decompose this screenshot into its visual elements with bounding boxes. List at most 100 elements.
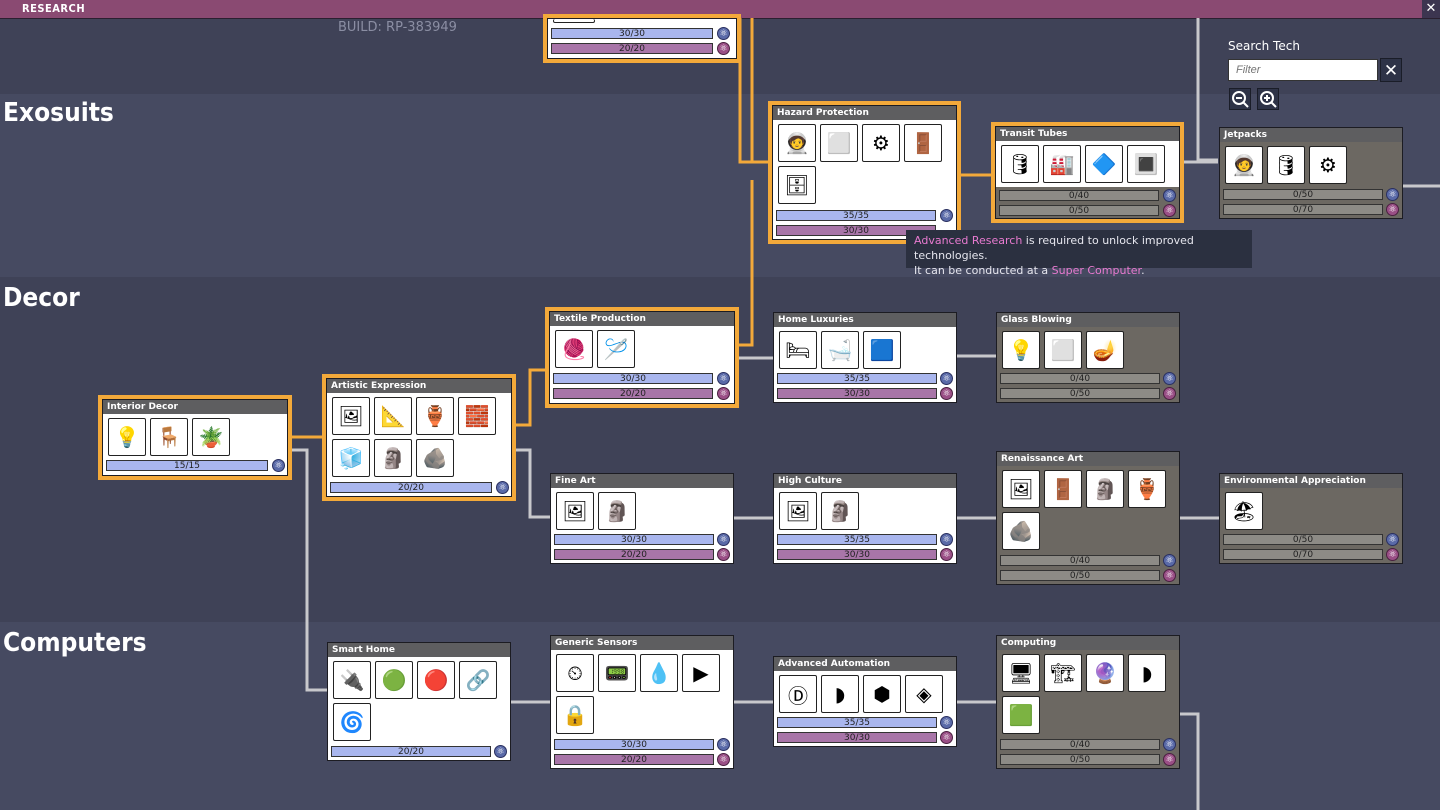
tech-node-advanced-automation[interactable]: Advanced Automation Ⓓ ◗ ⬢ ◈ 35/35 ⚛ 30/3… (773, 656, 957, 747)
window-tile-icon: ⬜ (1044, 331, 1082, 369)
marble-sculpture-icon: 🪨 (416, 439, 454, 477)
jet-suit-checkpoint-icon: ⚙ (1309, 146, 1347, 184)
tech-node-top[interactable]: 30/30 ⚛ 20/20 ⚛ (543, 14, 741, 63)
research-bar-basic: 20/20 (331, 746, 491, 757)
tech-node-title: Smart Home (328, 643, 510, 657)
beach-chair-icon: 🏖 (1225, 492, 1263, 530)
tech-node-title: Jetpacks (1220, 128, 1402, 142)
duplicant-sensor-icon: 📟 (598, 654, 636, 692)
or-gate-icon: ◗ (821, 675, 859, 713)
tech-node-fine-art[interactable]: Fine Art 🖼 🗿 30/30 ⚛ 20/20 ⚛ (550, 473, 734, 564)
glass-tile-icon: 🟦 (863, 331, 901, 369)
research-bar-advanced: 0/50 (1000, 754, 1160, 765)
advanced-research-icon: ⚛ (1386, 548, 1399, 561)
research-bar-basic: 35/35 (777, 373, 937, 384)
research-bar-advanced: 20/20 (554, 754, 714, 765)
basic-research-icon: ⚛ (272, 459, 285, 472)
memory-toggle-icon: ◗ (1128, 654, 1166, 692)
basic-research-icon: ⚛ (940, 533, 953, 546)
canvas-icon: 🖼 (332, 397, 370, 435)
research-bar-basic: 0/50 (1223, 189, 1383, 200)
tooltip-text: It can be conducted at a (914, 264, 1052, 277)
clear-search-button[interactable]: ✕ (1380, 58, 1402, 82)
zoom-in-button[interactable] (1257, 88, 1279, 110)
tech-node-glass-blowing[interactable]: Glass Blowing 💡 ⬜ 🪔 0/40 ⚛ 0/50 ⚛ (996, 312, 1180, 403)
tube-crossing-icon: 🔷 (1085, 145, 1123, 183)
tech-node-jetpacks[interactable]: Jetpacks 🧑‍🚀 🛢 ⚙ 0/50 ⚛ 0/70 ⚛ (1219, 127, 1403, 219)
research-bar-basic: 30/30 (553, 373, 713, 384)
tech-node-home-luxuries[interactable]: Home Luxuries 🛏 🛁 🟦 35/35 ⚛ 30/30 ⚛ (773, 312, 957, 403)
advanced-research-icon: ⚛ (1163, 753, 1176, 766)
tube-access-icon: 🏭 (1043, 145, 1081, 183)
research-bar-basic: 15/15 (106, 460, 268, 471)
advanced-research-icon: ⚛ (1163, 387, 1176, 400)
tech-node-interior-decor[interactable]: Interior Decor 💡 🪑 🪴 15/15 ⚛ (98, 395, 292, 480)
research-bar-basic: 0/40 (999, 190, 1159, 201)
tech-node-artistic-expression[interactable]: Artistic Expression 🖼 📐 🏺 🧱 🧊 🗿 🪨 20/20 … (322, 374, 516, 501)
metal-tile-icon: ⬜ (820, 124, 858, 162)
tech-node-computing[interactable]: Computing 🖥 🏗 🔮 ◗ 🟩 0/40 ⚛ 0/50 ⚛ (996, 635, 1180, 769)
basic-research-icon: ⚛ (940, 209, 953, 222)
tech-node-smart-home[interactable]: Smart Home 🔌 🟢 🔴 🔗 🌀 20/20 ⚛ (327, 642, 511, 761)
search-tech-title: Search Tech (1228, 39, 1300, 53)
research-bar-basic: 0/40 (1000, 739, 1160, 750)
advanced-research-icon: ⚛ (1163, 204, 1176, 217)
zoom-out-icon (1232, 91, 1249, 108)
tech-node-title: Computing (997, 636, 1179, 650)
research-bar-basic: 35/35 (777, 534, 937, 545)
research-bar-basic: 20/20 (330, 482, 492, 493)
research-bar-advanced: 0/50 (1000, 388, 1160, 399)
basic-research-icon: ⚛ (1386, 533, 1399, 546)
drawing-icon: 📐 (374, 397, 412, 435)
advanced-research-icon: ⚛ (717, 548, 730, 561)
tech-node-generic-sensors[interactable]: Generic Sensors ⏲ 📟 💧 ▶ 🔒 30/30 ⚛ 20/20 … (550, 635, 734, 769)
ice-sculpture-icon: 🧊 (332, 439, 370, 477)
tech-node-transit-tubes[interactable]: Transit Tubes 🛢 🏭 🔷 🔳 0/40 ⚛ 0/50 ⚛ (991, 122, 1184, 223)
tech-node-title: Transit Tubes (996, 127, 1179, 141)
tech-node-title: Fine Art (551, 474, 733, 488)
research-bar-advanced: 0/70 (1223, 549, 1383, 560)
basic-research-icon: ⚛ (717, 533, 730, 546)
tech-node-title: Home Luxuries (774, 313, 956, 327)
tooltip-text: . (1141, 264, 1145, 277)
tech-node-title: Interior Decor (103, 400, 287, 414)
suit-checkpoint-icon: 🗄 (778, 166, 816, 204)
comfy-bed-icon: 🛏 (779, 331, 817, 369)
advanced-research-icon: ⚛ (940, 731, 953, 744)
basic-research-icon: ⚛ (496, 481, 509, 494)
glass-lamp-icon: 💡 (1002, 331, 1040, 369)
advanced-research-icon: ⚛ (1163, 569, 1176, 582)
research-bar-advanced: 20/20 (553, 388, 713, 399)
tech-node-hazard-protection[interactable]: Hazard Protection 🧑‍🚀 ⬜ ⚙ 🚪 🗄 35/35 ⚛ 30… (768, 101, 961, 244)
jet-suit-icon: 🧑‍🚀 (1225, 146, 1263, 184)
basic-research-icon: ⚛ (1163, 738, 1176, 751)
gold-frame-icon: 🖼 (1002, 470, 1040, 508)
tech-node-textile-production[interactable]: Textile Production 🧶 🪡 30/30 ⚛ 20/20 ⚛ (545, 307, 739, 408)
bathtub-icon: 🛁 (821, 331, 859, 369)
stone-sculpture-icon: 🗿 (598, 492, 636, 530)
pedestal-icon: 🗿 (374, 439, 412, 477)
clothing-fabricator-icon: 🪡 (597, 330, 635, 368)
search-input[interactable] (1228, 59, 1378, 81)
zoom-in-icon (1260, 91, 1277, 108)
tech-node-renaissance-art[interactable]: Renaissance Art 🖼 🚪 🗿 🏺 🪨 0/40 ⚛ 0/50 ⚛ (996, 451, 1180, 585)
tall-sculpture-icon: 🗿 (821, 492, 859, 530)
tech-node-title: Environmental Appreciation (1220, 474, 1402, 488)
pressure-plate-icon: 🟢 (375, 661, 413, 699)
basic-research-icon: ⚛ (1163, 189, 1176, 202)
tech-node-environmental-appreciation[interactable]: Environmental Appreciation 🏖 0/50 ⚛ 0/70… (1219, 473, 1403, 564)
tech-node-title: Textile Production (550, 312, 734, 326)
basic-research-icon: ⚛ (940, 372, 953, 385)
research-bar-advanced: 20/20 (551, 43, 713, 54)
research-bar-advanced: 0/50 (1000, 570, 1160, 581)
research-bar-advanced: 30/30 (777, 388, 937, 399)
tech-node-title: Glass Blowing (997, 313, 1179, 327)
zoom-out-button[interactable] (1229, 88, 1251, 110)
basic-research-icon: ⚛ (494, 745, 507, 758)
suit-locker-icon: 🚪 (904, 124, 942, 162)
tech-node-title: Artistic Expression (327, 379, 511, 393)
metal-sculpture-icon: 🗿 (1086, 470, 1124, 508)
super-computer-icon: 🏗 (1044, 654, 1082, 692)
tube-bridge-icon: 🔳 (1127, 145, 1165, 183)
tech-node-high-culture[interactable]: High Culture 🖼 🗿 35/35 ⚛ 30/30 ⚛ (773, 473, 957, 564)
